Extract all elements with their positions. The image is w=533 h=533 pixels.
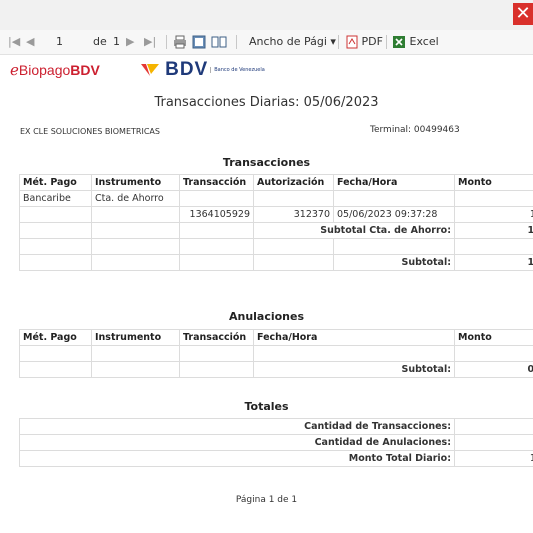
- report-toolbar: |◀ ◀ 1 de 1 ▶ ▶| Ancho de Pági ▾ PDF Exc…: [0, 30, 533, 55]
- page-setup-icon[interactable]: [192, 34, 206, 50]
- subtotal-instrument-label: Subtotal Cta. de Ahorro:: [253, 222, 455, 239]
- column-header: Transacción: [179, 174, 254, 191]
- page-footer: Página 1 de 1: [235, 495, 298, 505]
- column-header: Instrumento: [91, 329, 180, 346]
- report-title: Transacciones Diarias: 05/06/2023: [154, 95, 379, 110]
- subtotal-instrument-value: 1.00: [454, 222, 533, 239]
- table-row: Monto Total Diario: 1.00: [19, 450, 533, 467]
- table-header-row: Mét. Pago Instrumento Transacción Fecha/…: [19, 329, 533, 346]
- biopago-logo: ℯBiopagoBDV: [10, 62, 100, 79]
- last-page-icon[interactable]: ▶|: [144, 34, 156, 50]
- company-name: EX CLE SOLUCIONES BIOMETRICAS: [20, 127, 160, 136]
- first-page-icon[interactable]: |◀: [8, 34, 20, 50]
- column-header: Monto: [454, 329, 533, 346]
- column-header: Transacción: [179, 329, 254, 346]
- table-row: Cantidad de Anulaciones: 0: [19, 434, 533, 451]
- datetime-cell: 05/06/2023 09:37:28: [333, 206, 455, 223]
- bdv-logo: BDV Banco de Venezuela: [140, 59, 265, 81]
- table-row: Cantidad de Transacciones: 1: [19, 418, 533, 435]
- column-header: Fecha/Hora: [333, 174, 455, 191]
- column-header: Mét. Pago: [19, 174, 92, 191]
- layout-icon[interactable]: [211, 34, 227, 50]
- table-row: [19, 345, 533, 362]
- page-of-label: de: [93, 35, 107, 48]
- close-icon[interactable]: ✕: [513, 3, 533, 25]
- page-number-input[interactable]: 1: [56, 34, 63, 50]
- subtotal-value: 0.00: [454, 361, 533, 378]
- table-row: Subtotal Cta. de Ahorro: 1.00: [19, 222, 533, 239]
- transaction-cell: 1364105929: [179, 206, 254, 223]
- authorization-cell: 312370: [253, 206, 334, 223]
- column-header: Mét. Pago: [19, 329, 92, 346]
- column-header: Fecha/Hora: [253, 329, 455, 346]
- window-titlebar: ✕: [0, 0, 533, 30]
- amount-cell: 1.00: [454, 206, 533, 223]
- export-excel-button[interactable]: Excel: [392, 34, 439, 50]
- report-page: ℯBiopagoBDV BDV Banco de Venezuela Transa…: [0, 55, 533, 533]
- zoom-select[interactable]: Ancho de Pági ▾: [249, 34, 336, 50]
- transacciones-heading: Transacciones: [222, 156, 311, 169]
- table-row: Bancaribe Cta. de Ahorro: [19, 190, 533, 207]
- table-row: [19, 238, 533, 255]
- previous-page-icon[interactable]: ◀: [26, 34, 34, 50]
- table-row: Subtotal: 0.00: [19, 361, 533, 378]
- table-row: Subtotal: 1.00: [19, 254, 533, 271]
- terminal-id: Terminal: 00499463: [370, 125, 460, 135]
- table-header-row: Mét. Pago Instrumento Transacción Autori…: [19, 174, 533, 191]
- pdf-icon: [346, 35, 358, 49]
- column-header: Autorización: [253, 174, 334, 191]
- next-page-icon[interactable]: ▶: [126, 34, 134, 50]
- total-label: Cantidad de Transacciones:: [19, 418, 455, 435]
- subtotal-label: Subtotal:: [333, 254, 455, 271]
- subtotal-label: Subtotal:: [253, 361, 455, 378]
- total-value: 0: [454, 434, 533, 451]
- export-pdf-button[interactable]: PDF: [346, 34, 383, 50]
- total-label: Monto Total Diario:: [19, 450, 455, 467]
- table-row: 1364105929 312370 05/06/2023 09:37:28 1.…: [19, 206, 533, 223]
- column-header: Instrumento: [91, 174, 180, 191]
- total-value: 1: [454, 418, 533, 435]
- total-label: Cantidad de Anulaciones:: [19, 434, 455, 451]
- transacciones-table: Mét. Pago Instrumento Transacción Autori…: [19, 174, 533, 271]
- excel-icon: [393, 36, 405, 48]
- print-icon[interactable]: [173, 34, 187, 50]
- subtotal-value: 1.00: [454, 254, 533, 271]
- totales-table: Cantidad de Transacciones: 1 Cantidad de…: [19, 418, 533, 467]
- total-value: 1.00: [454, 450, 533, 467]
- anulaciones-table: Mét. Pago Instrumento Transacción Fecha/…: [19, 329, 533, 378]
- anulaciones-heading: Anulaciones: [228, 310, 305, 323]
- totales-heading: Totales: [244, 400, 289, 413]
- instrument-cell: Cta. de Ahorro: [91, 190, 180, 207]
- total-pages-label: 1: [113, 35, 120, 48]
- payment-method-cell: Bancaribe: [19, 190, 92, 207]
- column-header: Monto: [454, 174, 533, 191]
